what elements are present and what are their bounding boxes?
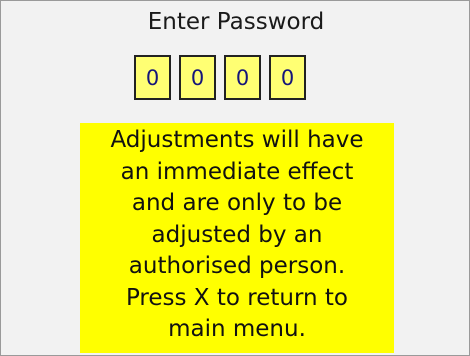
warning-line: and are only to be [131,190,343,216]
warning-line: adjusted by an [151,221,323,248]
warning-line: main menu. [168,316,306,342]
warning-line: an immediate effect [120,158,354,185]
password-digit-2[interactable]: 0 [179,55,216,100]
password-digit-3[interactable]: 0 [224,55,261,100]
password-screen: Enter Password 0 0 0 0 Adjustments will … [0,0,470,356]
password-digit-1[interactable]: 0 [134,55,171,100]
warning-message: Adjustments will have an immediate effec… [80,123,394,353]
page-title: Enter Password [147,9,325,35]
warning-line: authorised person. [128,253,346,279]
warning-line: Adjustments will have [110,127,364,153]
password-digit-4[interactable]: 0 [269,55,306,100]
warning-line: Press X to return to [125,284,349,311]
